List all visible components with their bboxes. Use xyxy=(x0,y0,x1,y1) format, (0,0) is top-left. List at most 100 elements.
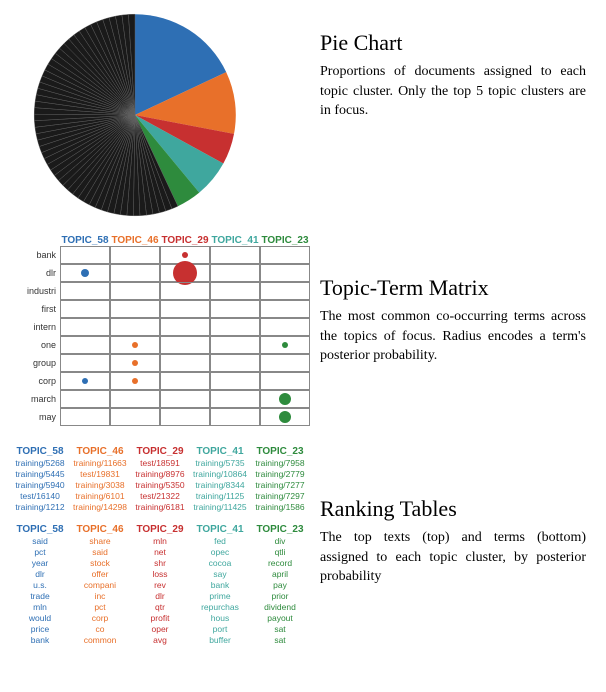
matrix-row: march xyxy=(20,390,310,408)
matrix-cell xyxy=(210,318,260,336)
matrix-cell xyxy=(60,372,110,390)
ranking-cell: pay xyxy=(250,579,310,590)
ranking-cell: training/14298 xyxy=(70,501,130,512)
ranking-col: fedopeccocoasaybankprimerepurchashouspor… xyxy=(190,535,250,645)
ranking-cell: training/5445 xyxy=(10,468,70,479)
matrix-cell xyxy=(260,354,310,372)
matrix-dot xyxy=(182,252,188,258)
matrix-cell xyxy=(160,282,210,300)
ranking-cell: loss xyxy=(130,568,190,579)
matrix-row: group xyxy=(20,354,310,372)
ranking-cell: training/11663 xyxy=(70,457,130,468)
ranking-cell: would xyxy=(10,612,70,623)
matrix-row-label: first xyxy=(20,304,60,314)
ranking-cell: dividend xyxy=(250,601,310,612)
ranking-cell: oper xyxy=(130,623,190,634)
ranking-col-header: TOPIC_46 xyxy=(70,524,130,535)
ranking-col-header: TOPIC_41 xyxy=(190,446,250,457)
matrix-col-TOPIC_29: TOPIC_29 xyxy=(160,235,210,246)
matrix-row-label: bank xyxy=(20,250,60,260)
ranking-cell: sat xyxy=(250,634,310,645)
matrix-cell xyxy=(160,336,210,354)
matrix-dot xyxy=(279,393,291,405)
ranking-terms: TOPIC_58TOPIC_46TOPIC_29TOPIC_41TOPIC_23… xyxy=(10,524,310,645)
matrix-row-label: group xyxy=(20,358,60,368)
matrix-cell xyxy=(260,408,310,426)
ranking-cell: buffer xyxy=(190,634,250,645)
pie-svg xyxy=(30,10,240,220)
ranking-tables: TOPIC_58TOPIC_46TOPIC_29TOPIC_41TOPIC_23… xyxy=(0,446,320,645)
matrix-cell xyxy=(110,246,160,264)
ranking-cell: net xyxy=(130,546,190,557)
matrix-cell xyxy=(60,318,110,336)
matrix-cell xyxy=(60,390,110,408)
matrix-dot xyxy=(81,269,89,277)
pie-chart xyxy=(0,0,320,235)
matrix-row-label: industri xyxy=(20,286,60,296)
pie-title: Pie Chart xyxy=(320,30,586,56)
matrix-cell xyxy=(260,300,310,318)
matrix-cell xyxy=(60,336,110,354)
ranking-cell: training/8344 xyxy=(190,479,250,490)
ranking-cell: stock xyxy=(70,557,130,568)
matrix-cell xyxy=(60,354,110,372)
ranking-cell: sat xyxy=(250,623,310,634)
ranking-cell: year xyxy=(10,557,70,568)
ranking-cell: corp xyxy=(70,612,130,623)
ranking-cell: opec xyxy=(190,546,250,557)
matrix-cell xyxy=(210,336,260,354)
ranking-cell: prime xyxy=(190,590,250,601)
matrix-row: may xyxy=(20,408,310,426)
ranking-terms-header: TOPIC_58TOPIC_46TOPIC_29TOPIC_41TOPIC_23 xyxy=(10,524,310,535)
matrix-header: TOPIC_58TOPIC_46TOPIC_29TOPIC_41TOPIC_23 xyxy=(60,235,310,246)
matrix-cell xyxy=(160,390,210,408)
matrix-row: intern xyxy=(20,318,310,336)
matrix-cell xyxy=(210,372,260,390)
ranking-col-header: TOPIC_29 xyxy=(130,446,190,457)
matrix-cell xyxy=(260,390,310,408)
ranking-cell: training/5350 xyxy=(130,479,190,490)
matrix-cell xyxy=(60,282,110,300)
ranking-col: test/18591training/8976training/5350test… xyxy=(130,457,190,512)
ranking-cell: test/18591 xyxy=(130,457,190,468)
ranking-col: saidpctyeardlru.s.trademlnwouldpricebank xyxy=(10,535,70,645)
matrix-cell xyxy=(210,408,260,426)
matrix-cell xyxy=(210,354,260,372)
matrix-cell xyxy=(110,390,160,408)
matrix-row-label: one xyxy=(20,340,60,350)
ranking-col-header: TOPIC_41 xyxy=(190,524,250,535)
ranking-cell: training/2779 xyxy=(250,468,310,479)
matrix-title: Topic-Term Matrix xyxy=(320,275,586,301)
matrix-cell xyxy=(260,282,310,300)
matrix-row: corp xyxy=(20,372,310,390)
ranking-cell: said xyxy=(10,535,70,546)
matrix-row: one xyxy=(20,336,310,354)
matrix-col-TOPIC_58: TOPIC_58 xyxy=(60,235,110,246)
matrix-dot xyxy=(132,360,138,366)
ranking-cell: training/7297 xyxy=(250,490,310,501)
matrix-cell xyxy=(110,264,160,282)
ranking-cell: mln xyxy=(130,535,190,546)
matrix-row: first xyxy=(20,300,310,318)
ranking-col-header: TOPIC_46 xyxy=(70,446,130,457)
ranking-cell: training/11425 xyxy=(190,501,250,512)
matrix-desc: The most common co-occurring terms acros… xyxy=(320,307,586,366)
ranking-cell: bank xyxy=(190,579,250,590)
ranking-texts-body: training/5268training/5445training/5940t… xyxy=(10,457,310,512)
ranking-cell: rev xyxy=(130,579,190,590)
ranking-cell: prior xyxy=(250,590,310,601)
matrix-dot xyxy=(132,378,138,384)
ranking-cell: test/19831 xyxy=(70,468,130,479)
ranking-cell: cocoa xyxy=(190,557,250,568)
ranking-col: training/5268training/5445training/5940t… xyxy=(10,457,70,512)
matrix-dot xyxy=(279,411,291,423)
matrix-dot xyxy=(282,342,288,348)
ranking-cell: training/8976 xyxy=(130,468,190,479)
matrix-dot xyxy=(132,342,138,348)
ranking-cell: price xyxy=(10,623,70,634)
ranking-cell: said xyxy=(70,546,130,557)
ranking-cell: qtr xyxy=(130,601,190,612)
ranking-col-header: TOPIC_23 xyxy=(250,446,310,457)
ranking-cell: div xyxy=(250,535,310,546)
ranking-cell: inc xyxy=(70,590,130,601)
